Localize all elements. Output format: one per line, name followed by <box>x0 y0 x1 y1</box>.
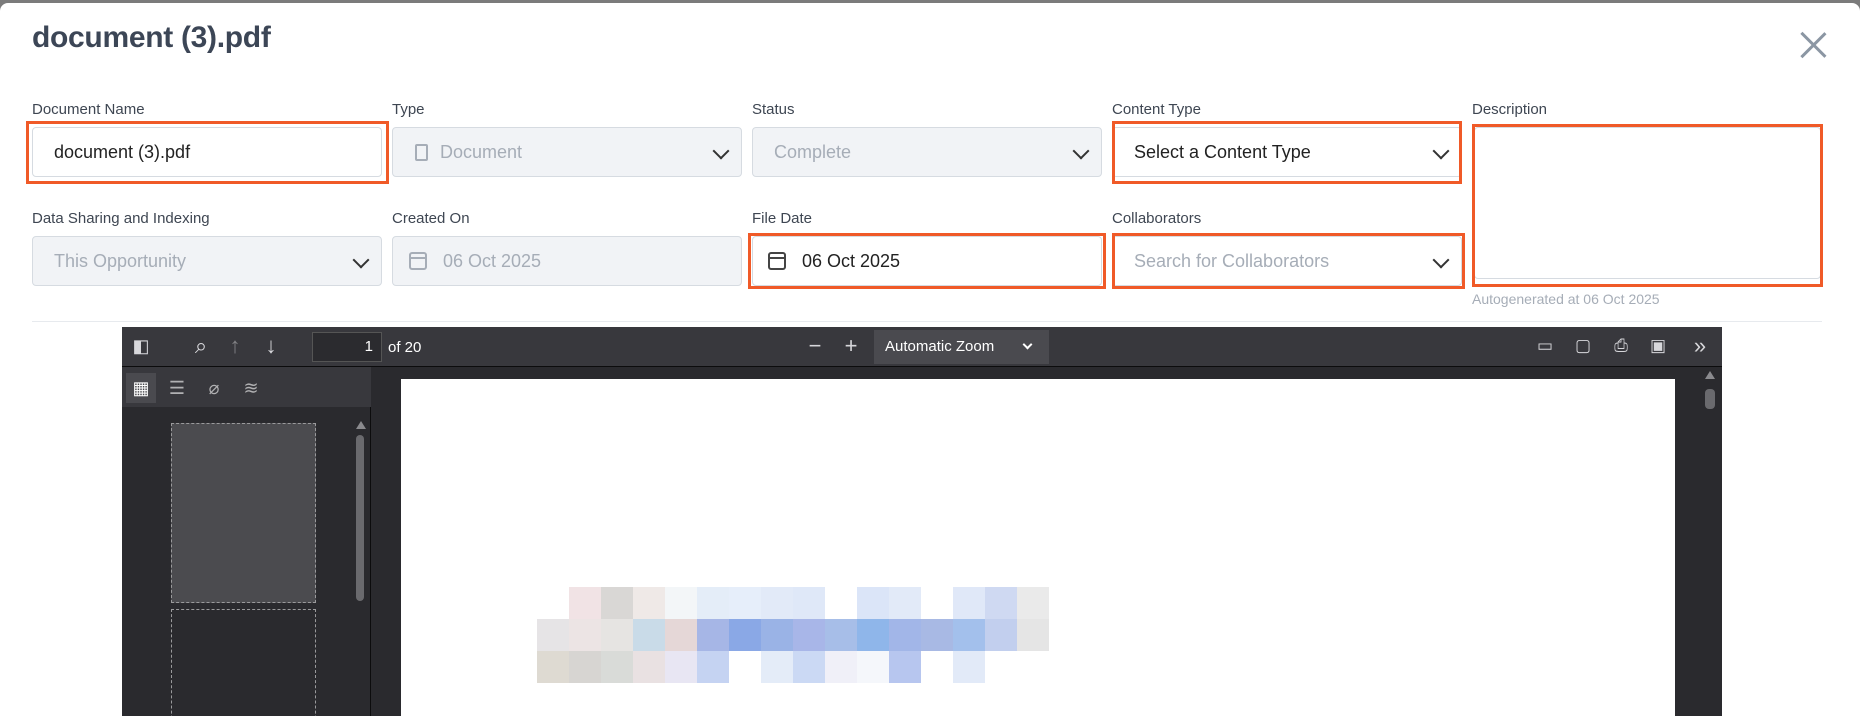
zoom-in-icon[interactable]: + <box>836 331 866 361</box>
document-name-value: document (3).pdf <box>54 141 191 162</box>
created-on-field: 06 Oct 2025 <box>392 236 742 286</box>
chevron-down-icon <box>712 142 730 160</box>
data-sharing-label: Data Sharing and Indexing <box>32 210 210 227</box>
page-thumbnail[interactable] <box>171 423 316 603</box>
chevron-down-icon <box>1072 142 1090 160</box>
scroll-thumb[interactable] <box>356 435 364 601</box>
document-icon <box>415 143 428 161</box>
data-sharing-value: This Opportunity <box>54 250 187 271</box>
document-modal: document (3).pdf Document Name document … <box>0 3 1860 716</box>
scroll-up-icon[interactable] <box>356 421 366 429</box>
chevron-down-icon <box>1022 339 1033 350</box>
document-name-input[interactable]: document (3).pdf <box>32 127 382 177</box>
type-value: Document <box>440 141 523 162</box>
download-icon[interactable]: ▣ <box>1643 331 1673 361</box>
page-count: of 20 <box>388 339 422 356</box>
previous-page-icon[interactable]: ↑ <box>220 331 250 361</box>
divider <box>32 321 1822 322</box>
collaborators-search[interactable]: Search for Collaborators <box>1112 236 1462 286</box>
attachments-icon[interactable]: ⌀ <box>199 373 229 403</box>
zoom-out-icon[interactable]: − <box>800 331 830 361</box>
file-date-value: 06 Oct 2025 <box>802 250 901 271</box>
page-thumbnail[interactable] <box>171 609 316 716</box>
pdf-toolbar: ◧ ⌕ ↑ ↓ 1 of 20 − + Automatic Zoom ▭ ▢ ⎙… <box>122 327 1722 367</box>
pdf-page <box>401 379 1675 716</box>
created-on-value: 06 Oct 2025 <box>443 250 542 271</box>
collaborators-placeholder: Search for Collaborators <box>1134 250 1330 271</box>
zoom-value: Automatic Zoom <box>885 338 995 355</box>
scroll-thumb[interactable] <box>1705 389 1715 409</box>
chevron-down-icon <box>1432 142 1450 160</box>
data-sharing-select[interactable]: This Opportunity <box>32 236 382 286</box>
description-textarea[interactable] <box>1474 127 1821 279</box>
modal-title: document (3).pdf <box>32 21 271 54</box>
status-select[interactable]: Complete <box>752 127 1102 177</box>
presentation-mode-icon[interactable]: ▭ <box>1530 331 1560 361</box>
scroll-up-icon[interactable] <box>1705 371 1715 379</box>
sidebar-tools: ▦ ☰ ⌀ ≋ <box>122 367 371 407</box>
pdf-viewer: ◧ ⌕ ↑ ↓ 1 of 20 − + Automatic Zoom ▭ ▢ ⎙… <box>122 327 1722 716</box>
content-type-label: Content Type <box>1112 101 1201 118</box>
chevron-down-icon <box>352 251 370 269</box>
tools-menu-icon[interactable]: » <box>1685 331 1715 361</box>
type-label: Type <box>392 101 425 118</box>
content-type-value: Select a Content Type <box>1134 141 1311 162</box>
file-date-label: File Date <box>752 210 813 227</box>
zoom-select[interactable]: Automatic Zoom <box>874 330 1049 364</box>
next-page-icon[interactable]: ↓ <box>256 331 286 361</box>
print-icon[interactable]: ⎙ <box>1606 331 1636 361</box>
blurred-content <box>537 587 1049 685</box>
calendar-icon <box>409 252 427 270</box>
collaborators-label: Collaborators <box>1112 210 1202 227</box>
close-icon[interactable] <box>1797 28 1829 60</box>
status-label: Status <box>752 101 795 118</box>
chevron-down-icon <box>1432 251 1450 269</box>
search-icon[interactable]: ⌕ <box>186 331 216 361</box>
sidebar-scrollbar[interactable] <box>356 421 366 716</box>
page-scrollbar[interactable] <box>1705 371 1715 716</box>
file-date-input[interactable]: 06 Oct 2025 <box>752 236 1102 286</box>
description-hint: Autogenerated at 06 Oct 2025 <box>1472 291 1660 307</box>
outline-icon[interactable]: ☰ <box>162 373 192 403</box>
pdf-sidebar: ▦ ☰ ⌀ ≋ <box>122 367 371 716</box>
type-select[interactable]: Document <box>392 127 742 177</box>
layers-icon[interactable]: ≋ <box>236 373 266 403</box>
description-label: Description <box>1472 101 1548 118</box>
status-value: Complete <box>774 141 852 162</box>
created-on-label: Created On <box>392 210 470 227</box>
content-type-select[interactable]: Select a Content Type <box>1112 127 1462 177</box>
thumbnails-icon[interactable]: ▦ <box>126 373 156 403</box>
open-file-icon[interactable]: ▢ <box>1568 331 1598 361</box>
sidebar-toggle-icon[interactable]: ◧ <box>126 331 156 361</box>
calendar-edit-icon <box>768 252 786 270</box>
document-name-label: Document Name <box>32 101 145 118</box>
page-number-input[interactable]: 1 <box>312 332 382 362</box>
